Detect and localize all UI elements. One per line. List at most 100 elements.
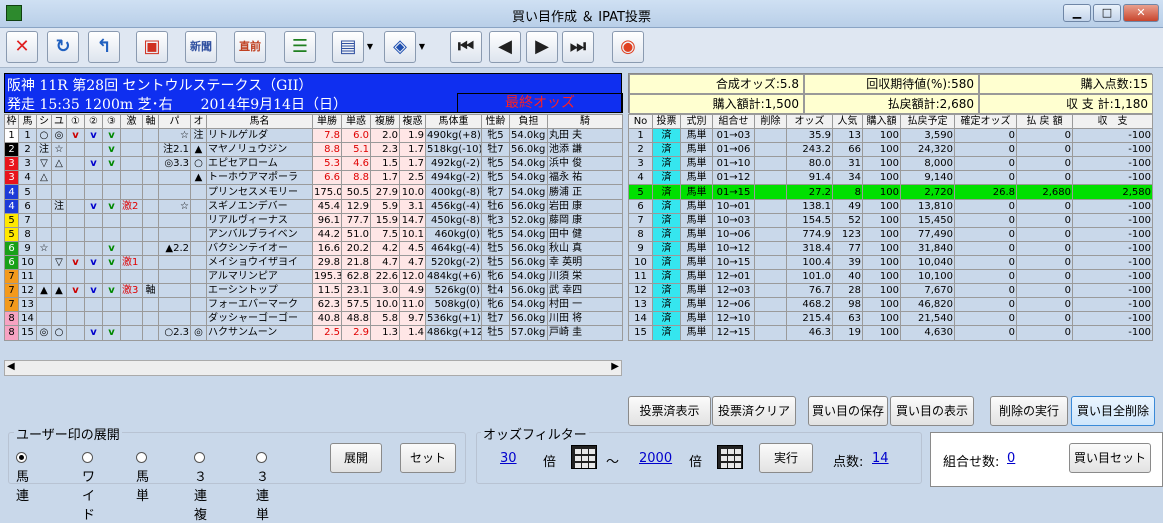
bet-cell[interactable] [754, 226, 787, 242]
scroll-left-icon[interactable]: ◀ [7, 361, 15, 372]
bet-cell[interactable] [754, 128, 787, 144]
bet-row[interactable]: 3 済馬単 01→10 80.0 31 100 8,000 0 0 -100 [628, 156, 1153, 172]
dropdown-arrow-icon[interactable]: ▼ [418, 31, 426, 63]
horse-row[interactable]: 8 15 ◎ ○ v v ○2.3 ◎ ハクサンムーン 2.5 2.9 1.3 1.4 486kg(+12… [4, 325, 623, 341]
bet-row[interactable]: 5 済馬単 01→15 27.2 8 100 2,720 26.8 2,680 2,580 [628, 184, 1153, 200]
latest-icon[interactable]: 直前 [234, 31, 266, 63]
horse-row[interactable]: 3 4 △ ▲ トーホウアマポーラ 6.6 8.8 1.7 2.5 494kg(-2) 牝5 54.0… [4, 170, 623, 186]
horse-row[interactable]: 5 7 リアルヴィーナス 96.1 77.7 15.9 14.7 450kg(-8) 牝3 52.… [4, 212, 623, 228]
horse-row[interactable]: 5 8 アンバルブライベン 44.2 51.0 7.5 10.1 460kg(0) 牝5 54.0… [4, 226, 623, 242]
action-button-2[interactable]: 投票済クリア [712, 396, 796, 426]
horse-row[interactable]: 6 10 ▽ v v v 激1 メイショウイザヨイ 29.8 21.8 4.7 4.7 520kg(-2… [4, 254, 623, 271]
radio-dot-icon[interactable] [136, 452, 147, 463]
bet-row[interactable]: 6 済馬単 10→01 138.1 49 100 13,810 0 0 -100 [628, 198, 1153, 214]
bet-row[interactable]: 2 済馬単 01→06 243.2 66 100 24,320 0 0 -100 [628, 142, 1153, 158]
expand-button[interactable]: 展開 [330, 443, 382, 473]
bet-cell[interactable] [754, 311, 787, 327]
bet-row[interactable]: 4 済馬単 01→12 91.4 34 100 9,140 0 0 -100 [628, 170, 1153, 186]
bet-cell[interactable] [754, 198, 787, 214]
bet-row[interactable]: 11 済馬単 12→01 101.0 40 100 10,100 0 0 -100 [628, 269, 1153, 285]
bet-cell[interactable] [754, 283, 787, 299]
radio-dot-icon[interactable] [194, 452, 205, 463]
next-icon[interactable]: ▶ [526, 31, 558, 63]
max-odds-field[interactable]: 2000 [639, 451, 672, 466]
document-check-icon[interactable]: ▤ [332, 31, 364, 63]
horse-row[interactable]: 7 13 フォーエバーマーク 62.3 57.5 10.0 11.0 508kg(0) 牝6 54… [4, 297, 623, 313]
bet-cell[interactable] [754, 254, 787, 271]
action-button-6[interactable]: 買い目全削除 [1071, 396, 1155, 426]
close-icon[interactable]: ✕ [6, 31, 38, 63]
radio-option[interactable]: 馬連 [16, 451, 30, 504]
bet-row[interactable]: 10 済馬単 10→15 100.4 39 100 10,040 0 0 -100 [628, 254, 1153, 271]
refresh-icon[interactable]: ↻ [47, 31, 79, 63]
bet-cell[interactable] [754, 142, 787, 158]
horse-row[interactable]: 1 1 ○ ◎ v v v ☆ 注リトルゲルダ 7.8 6.0 2.0 1.9 490kg(+8) 牝5 54… [4, 128, 623, 144]
set-button[interactable]: セット [400, 443, 456, 473]
bet-cell[interactable] [754, 240, 787, 256]
horse-row[interactable]: 7 11 アルマリンピア 195.3 62.8 22.6 12.0 484kg(+6) 牝6 54… [4, 269, 623, 285]
bet-cell[interactable] [754, 156, 787, 172]
radio-option[interactable]: 馬単 [136, 451, 150, 504]
exit-icon[interactable]: ◉ [612, 31, 644, 63]
horse-name: アルマリンピア [206, 269, 313, 285]
bet-cell[interactable] [754, 184, 787, 200]
horse-row[interactable]: 4 5 プリンセスメモリー 175.0 50.5 27.9 10.0 400kg(-8) 牝7 5… [4, 184, 623, 200]
horse-row[interactable]: 7 12 ▲ ▲ v v v 激3 軸エーシントップ 11.5 23.1 3.0 4.9 526kg(0)… [4, 283, 623, 299]
bet-cell[interactable] [754, 170, 787, 186]
return-icon[interactable]: ↰ [88, 31, 120, 63]
bet-row[interactable]: 13 済馬単 12→06 468.2 98 100 46,820 0 0 -100 [628, 297, 1153, 313]
radio-option[interactable]: ３連複 [194, 451, 208, 523]
last-icon[interactable]: ⏭ [562, 31, 594, 63]
maximize-button[interactable]: □ [1093, 4, 1121, 22]
list-icon[interactable]: ☰ [284, 31, 316, 63]
min-odds-field[interactable]: 30 [500, 451, 517, 466]
first-icon[interactable]: ⏮ [450, 31, 482, 63]
ipat-icon[interactable]: ◈ [384, 31, 416, 63]
action-button-3[interactable]: 買い目の保存 [808, 396, 888, 426]
calculator-icon[interactable] [571, 445, 597, 469]
bet-cell[interactable] [754, 212, 787, 228]
bet-row[interactable]: 9 済馬単 10→12 318.4 77 100 31,840 0 0 -100 [628, 240, 1153, 256]
scroll-right-icon[interactable]: ▶ [611, 361, 619, 372]
horse-cell: 12.0 [399, 269, 426, 285]
bet-row[interactable]: 14 済馬単 12→10 215.4 63 100 21,540 0 0 -100 [628, 311, 1153, 327]
run-filter-button[interactable]: 実行 [759, 443, 813, 473]
bet-cell: 5 [628, 184, 653, 200]
bet-row[interactable]: 12 済馬単 12→03 76.7 28 100 7,670 0 0 -100 [628, 283, 1153, 299]
bet-cell: 10,100 [900, 269, 955, 285]
horse-cell: 1.9 [399, 128, 426, 144]
horse-row[interactable]: 3 3 ▽ △ v v ◎3.3 ○ エピセアローム 5.3 4.6 1.5 1.7 492kg(-2) 牝… [4, 156, 623, 172]
horse-row[interactable]: 6 9 ☆ v ▲2.2 バクシンテイオー 16.6 20.2 4.2 4.5 464kg(-4) 牡… [4, 240, 623, 256]
radio-dot-icon[interactable] [16, 452, 27, 463]
horizontal-scrollbar[interactable]: ◀ ▶ [4, 360, 622, 376]
radio-dot-icon[interactable] [82, 452, 93, 463]
newspaper-icon[interactable]: 新聞 [185, 31, 217, 63]
horse-cell: v [102, 283, 121, 299]
bet-row[interactable]: 1 済馬単 01→03 35.9 13 100 3,590 0 0 -100 [628, 128, 1153, 144]
minimize-button[interactable]: ▁ [1063, 4, 1091, 22]
prev-icon[interactable]: ◀ [489, 31, 521, 63]
bet-row[interactable]: 7 済馬単 10→03 154.5 52 100 15,450 0 0 -100 [628, 212, 1153, 228]
bet-cell: -100 [1072, 142, 1153, 158]
bet-cell[interactable] [754, 325, 787, 341]
bet-row[interactable]: 8 済馬単 10→06 774.9 123 100 77,490 0 0 -100 [628, 226, 1153, 242]
bet-cell[interactable] [754, 297, 787, 313]
bet-row[interactable]: 15 済馬単 12→15 46.3 19 100 4,630 0 0 -100 [628, 325, 1153, 341]
radio-dot-icon[interactable] [256, 452, 267, 463]
horse-row[interactable]: 4 6 注 v v 激2 ☆ スギノエンデバー 45.4 12.9 5.9 3.1 456kg(-4) 牡… [4, 198, 623, 214]
calculator-icon[interactable] [717, 445, 743, 469]
screen-icon[interactable]: ▣ [136, 31, 168, 63]
radio-option[interactable]: ３連単 [256, 451, 270, 523]
radio-option[interactable]: ワイド [82, 451, 96, 523]
bet-cell[interactable] [754, 269, 787, 285]
action-button-5[interactable]: 削除の実行 [990, 396, 1068, 426]
dropdown-arrow-icon[interactable]: ▼ [366, 31, 374, 63]
bet-cell: 100 [862, 184, 901, 200]
close-button[interactable]: ✕ [1123, 4, 1159, 22]
vote-status: 済 [652, 226, 681, 242]
action-button-1[interactable]: 投票済表示 [628, 396, 711, 426]
bet-set-button[interactable]: 買い目セット [1069, 443, 1151, 473]
horse-row[interactable]: 8 14 ダッシャーゴーゴー 40.8 48.8 5.8 9.7 536kg(+1) 牡7 56.… [4, 311, 623, 327]
horse-row[interactable]: 2 2 注 ☆ v 注2.1 ▲ マヤノリュウジン 8.8 5.1 2.3 1.7 518kg(-10)… [4, 142, 623, 158]
action-button-4[interactable]: 買い目の表示 [890, 396, 974, 426]
